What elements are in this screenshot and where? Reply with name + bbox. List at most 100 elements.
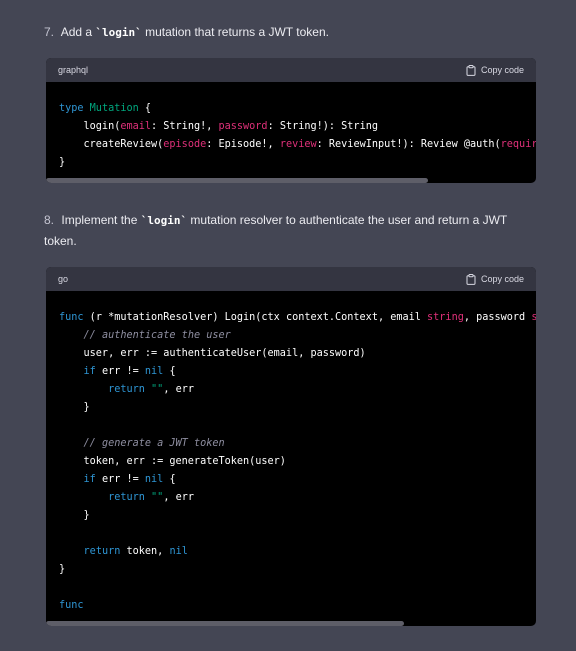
code-token: } (59, 157, 66, 168)
code-token: { (138, 103, 152, 114)
code-content[interactable]: func (r *mutationResolver) Login(ctx con… (46, 291, 536, 626)
code-line: if err != nil { (59, 363, 536, 381)
code-token: episode (163, 139, 207, 150)
code-token: user, err := authenticateUser(email, pas… (59, 348, 366, 359)
step-number: 8. (44, 213, 55, 227)
code-line: type Mutation { (59, 100, 536, 118)
code-token: Mutation (89, 103, 139, 114)
code-token: err != (95, 366, 145, 377)
code-token: "" (151, 492, 164, 503)
code-token: : ReviewInput!): Review @auth( (316, 139, 501, 150)
code-token: string (427, 312, 464, 323)
code-token: : Episode!, (206, 139, 280, 150)
code-token: email (120, 121, 152, 132)
code-token: , err (163, 384, 194, 395)
code-line: login(email: String!, password: String!)… (59, 118, 536, 136)
code-token: (r *mutationResolver) Login(ctx context.… (83, 312, 428, 323)
code-token: nil (144, 474, 164, 485)
code-line: token, err := generateToken(user) (59, 453, 536, 471)
code-token: type (59, 103, 90, 114)
horizontal-scrollbar[interactable] (46, 178, 429, 183)
step-text-before: Add a (60, 25, 96, 39)
code-token: "" (151, 384, 164, 395)
code-token: if (83, 366, 96, 377)
code-token: } (59, 510, 90, 521)
code-language-label: graphql (58, 65, 89, 75)
step-text-after: mutation that returns a JWT token. (141, 25, 329, 39)
code-line: } (59, 399, 536, 417)
code-line: // authenticate the user (59, 327, 536, 345)
code-token: nil (144, 366, 164, 377)
code-line: } (59, 507, 536, 525)
code-token: { (163, 366, 176, 377)
clipboard-icon (466, 273, 476, 285)
code-block-header: go Copy code (46, 267, 536, 291)
code-token: password (218, 121, 268, 132)
code-line: // generate a JWT token (59, 435, 536, 453)
step-8-text: 8. Implement the `login` mutation resolv… (44, 210, 536, 252)
code-line: func (59, 597, 536, 615)
code-token: string (531, 312, 536, 323)
copy-code-button[interactable]: Copy code (466, 64, 524, 76)
code-line: user, err := authenticateUser(email, pas… (59, 345, 536, 363)
code-token: , err (163, 492, 194, 503)
inline-code: `login` (140, 214, 188, 227)
code-token: nil (169, 546, 188, 557)
code-token: token, (120, 546, 170, 557)
code-token: token, err := generateToken(user) (59, 456, 286, 467)
code-language-label: go (58, 274, 69, 284)
clipboard-icon (466, 64, 476, 76)
step-text-before: Implement the (61, 213, 141, 227)
code-token: review (279, 139, 317, 150)
code-token: createReview( (59, 139, 164, 150)
code-token: // authenticate the user (83, 330, 231, 341)
code-block-header: graphql Copy code (46, 58, 536, 82)
code-token: } (59, 564, 66, 575)
code-token: , password (463, 312, 532, 323)
code-token: login( (59, 121, 121, 132)
code-token: if (83, 474, 96, 485)
code-line: return token, nil (59, 543, 536, 561)
step-7-text: 7. Add a `login` mutation that returns a… (44, 22, 536, 43)
code-token: requires (500, 139, 536, 150)
copy-code-label: Copy code (480, 274, 524, 284)
code-token: return (83, 546, 121, 557)
code-token: : String!): String (267, 121, 378, 132)
copy-code-label: Copy code (480, 65, 524, 75)
code-line: } (59, 561, 536, 579)
code-token: { (163, 474, 176, 485)
code-content[interactable]: type Mutation { login(email: String!, pa… (46, 82, 536, 183)
code-token: return (108, 492, 145, 503)
code-line: return "", err (59, 381, 536, 399)
code-line: createReview(episode: Episode!, review: … (59, 136, 536, 154)
step-number: 7. (44, 25, 55, 39)
code-block-graphql: graphql Copy code type Mutation { login(… (46, 58, 536, 183)
inline-code: `login` (95, 26, 142, 39)
code-block-go: go Copy code func (r *mutationResolver) … (46, 267, 536, 626)
code-line: if err != nil { (59, 471, 536, 489)
code-line: } (59, 154, 536, 172)
code-token: err != (95, 474, 145, 485)
code-line: func (r *mutationResolver) Login(ctx con… (59, 309, 536, 327)
horizontal-scrollbar[interactable] (46, 621, 404, 626)
copy-code-button[interactable]: Copy code (466, 273, 524, 285)
code-token: return (108, 384, 145, 395)
code-token: // generate a JWT token (83, 438, 225, 449)
code-token: : String!, (151, 121, 219, 132)
code-token: func (59, 312, 84, 323)
code-line: return "", err (59, 489, 536, 507)
code-token: } (59, 402, 90, 413)
code-token: func (59, 600, 84, 611)
